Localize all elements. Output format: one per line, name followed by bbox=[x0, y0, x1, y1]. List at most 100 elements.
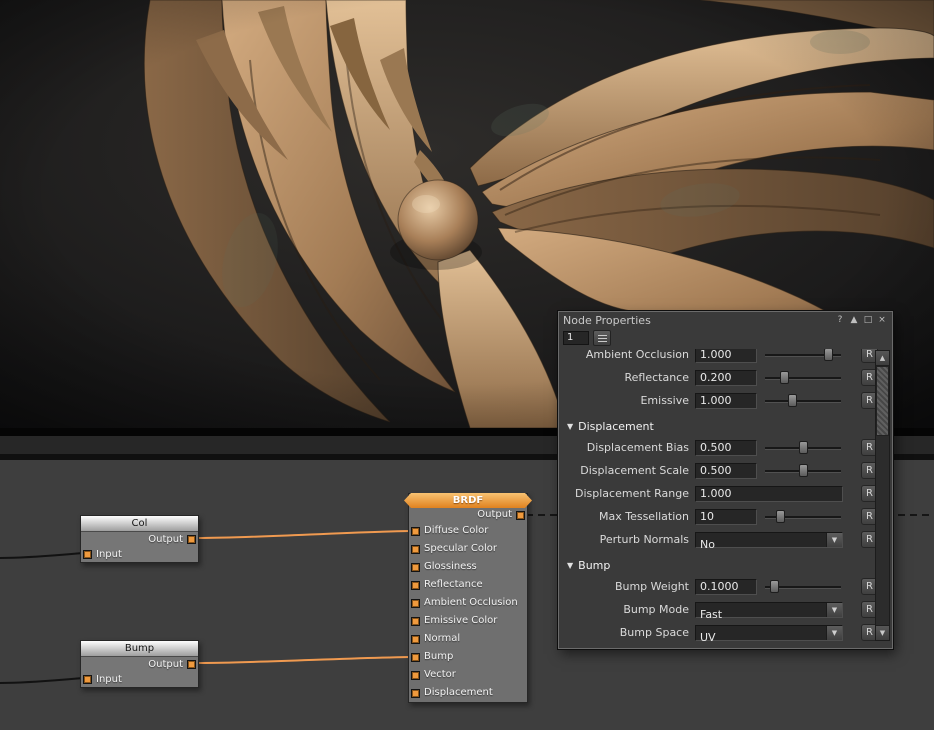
value-field[interactable]: 0.200 bbox=[695, 370, 757, 386]
input-port[interactable] bbox=[411, 635, 420, 644]
property-label: Max Tessellation bbox=[565, 510, 695, 523]
scrollbar[interactable]: ▲ ▼ bbox=[875, 350, 890, 641]
slider-handle[interactable] bbox=[770, 580, 779, 593]
section-collapse-icon[interactable]: ▼ bbox=[567, 561, 573, 570]
scrollbar-thumb[interactable] bbox=[876, 366, 889, 436]
dropdown[interactable]: No ▼ bbox=[695, 532, 843, 548]
brdf-input-label: Normal bbox=[424, 633, 460, 644]
section-collapse-icon[interactable]: ▼ bbox=[567, 422, 573, 431]
slider-handle[interactable] bbox=[824, 349, 833, 361]
brdf-input-row[interactable]: Reflectance bbox=[409, 576, 527, 594]
brdf-input-row[interactable]: Emissive Color bbox=[409, 612, 527, 630]
node-brdf[interactable]: BRDF Output Diffuse ColorSpecular ColorG… bbox=[408, 493, 528, 703]
brdf-input-row[interactable]: Glossiness bbox=[409, 558, 527, 576]
value-field[interactable]: 1.000 bbox=[695, 486, 843, 502]
slider[interactable] bbox=[763, 349, 843, 364]
input-label: Input bbox=[96, 674, 122, 685]
brdf-input-label: Vector bbox=[424, 669, 456, 680]
chevron-down-icon[interactable]: ▼ bbox=[826, 533, 842, 547]
index-field[interactable]: 1 bbox=[563, 331, 589, 345]
rollup-icon[interactable]: ▲ bbox=[848, 314, 860, 326]
chevron-down-icon[interactable]: ▼ bbox=[826, 603, 842, 617]
input-port[interactable] bbox=[411, 653, 420, 662]
node-header[interactable]: Bump bbox=[81, 641, 198, 657]
brdf-input-row[interactable]: Vector bbox=[409, 666, 527, 684]
dropdown[interactable]: UV▼ bbox=[695, 625, 843, 641]
restore-icon[interactable]: □ bbox=[862, 314, 874, 326]
output-label: Output bbox=[148, 534, 183, 545]
output-port[interactable] bbox=[187, 660, 196, 669]
property-label: Displacement Bias bbox=[565, 441, 695, 454]
input-port[interactable] bbox=[411, 527, 420, 536]
slider-handle[interactable] bbox=[799, 464, 808, 477]
input-port[interactable] bbox=[411, 563, 420, 572]
property-label: Displacement Range bbox=[565, 487, 695, 500]
brdf-input-label: Specular Color bbox=[424, 543, 497, 554]
input-port[interactable] bbox=[411, 671, 420, 680]
slider[interactable] bbox=[763, 578, 843, 596]
list-icon bbox=[598, 335, 607, 342]
panel-titlebar[interactable]: Node Properties ? ▲ □ × bbox=[559, 312, 892, 328]
property-label: Displacement Scale bbox=[565, 464, 695, 477]
help-icon[interactable]: ? bbox=[834, 314, 846, 326]
dropdown-value: No bbox=[696, 538, 715, 551]
property-row: Bump SpaceUV▼R bbox=[565, 621, 878, 643]
property-label: Bump Weight bbox=[565, 580, 695, 593]
input-port[interactable] bbox=[83, 550, 92, 559]
brdf-input-label: Displacement bbox=[424, 687, 493, 698]
section-header[interactable]: ▼Bump bbox=[565, 551, 878, 575]
brdf-input-row[interactable]: Specular Color bbox=[409, 540, 527, 558]
input-port[interactable] bbox=[411, 545, 420, 554]
brdf-input-row[interactable]: Diffuse Color bbox=[409, 522, 527, 540]
section-header[interactable]: ▼Displacement bbox=[565, 412, 878, 436]
add-to-form-button[interactable] bbox=[593, 330, 611, 346]
property-row: Displacement Bias0.500R bbox=[565, 436, 878, 459]
input-port[interactable] bbox=[411, 617, 420, 626]
slider[interactable] bbox=[763, 369, 843, 387]
property-label: Bump Space bbox=[565, 626, 695, 639]
brdf-input-row[interactable]: Bump bbox=[409, 648, 527, 666]
slider[interactable] bbox=[763, 508, 843, 526]
value-field[interactable]: 1.000 bbox=[695, 393, 757, 409]
value-field[interactable]: 0.500 bbox=[695, 463, 757, 479]
chevron-down-icon[interactable]: ▼ bbox=[826, 626, 842, 640]
slider[interactable] bbox=[763, 392, 843, 410]
property-row: Perturb NormalsNo▼R bbox=[565, 528, 878, 551]
value-field[interactable]: 1.000 bbox=[695, 349, 757, 363]
slider[interactable] bbox=[763, 439, 843, 457]
node-col[interactable]: Col Output Input bbox=[80, 515, 199, 563]
slider-track bbox=[765, 400, 841, 402]
property-label: Reflectance bbox=[565, 371, 695, 384]
dropdown[interactable]: Fast▼ bbox=[695, 602, 843, 618]
value-field[interactable]: 0.500 bbox=[695, 440, 757, 456]
slider-handle[interactable] bbox=[780, 371, 789, 384]
close-icon[interactable]: × bbox=[876, 314, 888, 326]
node-header[interactable]: Col bbox=[81, 516, 198, 532]
output-port[interactable] bbox=[187, 535, 196, 544]
scroll-up-icon[interactable]: ▲ bbox=[876, 351, 889, 366]
brdf-input-label: Diffuse Color bbox=[424, 525, 488, 536]
slider-handle[interactable] bbox=[799, 441, 808, 454]
input-port[interactable] bbox=[83, 675, 92, 684]
slider-handle[interactable] bbox=[776, 510, 785, 523]
node-bump[interactable]: Bump Output Input bbox=[80, 640, 199, 688]
input-port[interactable] bbox=[411, 599, 420, 608]
property-row: Displacement Range1.000R bbox=[565, 482, 878, 505]
slider-handle[interactable] bbox=[788, 394, 797, 407]
brdf-input-row[interactable]: Normal bbox=[409, 630, 527, 648]
scroll-down-icon[interactable]: ▼ bbox=[876, 625, 889, 640]
brdf-input-row[interactable]: Displacement bbox=[409, 684, 527, 702]
node-properties-panel[interactable]: Node Properties ? ▲ □ × 1 Ambient Occlus… bbox=[558, 311, 893, 649]
output-label: Output bbox=[477, 509, 512, 520]
value-field[interactable]: 0.1000 bbox=[695, 579, 757, 595]
brdf-input-label: Emissive Color bbox=[424, 615, 497, 626]
input-port[interactable] bbox=[411, 689, 420, 698]
property-row: Bump Weight0.1000R bbox=[565, 575, 878, 598]
node-header[interactable]: BRDF bbox=[404, 493, 532, 508]
property-row: Bump ModeFast▼R bbox=[565, 598, 878, 621]
slider[interactable] bbox=[763, 462, 843, 480]
value-field[interactable]: 10 bbox=[695, 509, 757, 525]
brdf-input-row[interactable]: Ambient Occlusion bbox=[409, 594, 527, 612]
input-port[interactable] bbox=[411, 581, 420, 590]
output-port[interactable] bbox=[516, 511, 525, 520]
